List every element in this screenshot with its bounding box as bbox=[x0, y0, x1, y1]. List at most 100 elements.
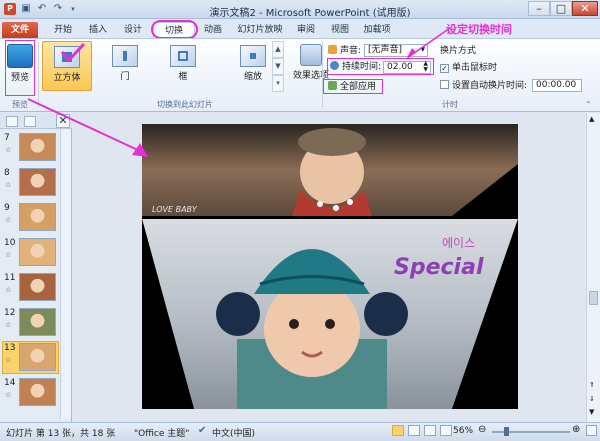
transition-star-icon: ☆ bbox=[5, 251, 12, 259]
undo-icon[interactable]: ↶ bbox=[36, 3, 48, 15]
prev-slide-icon[interactable]: ⇑ bbox=[589, 381, 595, 389]
tab-addins[interactable]: 加载项 bbox=[358, 22, 396, 38]
tab-home[interactable]: 开始 bbox=[46, 22, 80, 38]
reading-view-icon[interactable] bbox=[424, 425, 436, 436]
door-effect-icon bbox=[112, 45, 138, 67]
preview-highlight-box bbox=[5, 40, 35, 96]
next-slide-icon[interactable]: ⇓ bbox=[589, 395, 595, 403]
transition-star-icon: ☆ bbox=[5, 321, 12, 329]
thumbnail-scrollbar[interactable] bbox=[60, 129, 71, 419]
box-effect-icon bbox=[170, 45, 196, 67]
slide-thumbnail[interactable] bbox=[19, 238, 56, 266]
top-panel-caption: LOVE BABY bbox=[152, 205, 198, 214]
transition-star-icon: ☆ bbox=[5, 216, 12, 224]
tab-highlight-circle bbox=[151, 20, 198, 39]
slide-number: 9 bbox=[4, 203, 10, 213]
tab-animations[interactable]: 动画 bbox=[196, 22, 230, 38]
checkbox-icon bbox=[440, 80, 449, 89]
slides-tab[interactable] bbox=[6, 116, 18, 127]
zoom-level[interactable]: 56% bbox=[453, 426, 473, 436]
transition-star-icon: ☆ bbox=[5, 391, 12, 399]
check-arrow-annotation bbox=[60, 42, 86, 63]
slideshow-icon[interactable] bbox=[440, 425, 452, 436]
customize-icon[interactable]: ▾ bbox=[67, 3, 79, 15]
close-button[interactable]: ✕ bbox=[572, 1, 598, 16]
tab-review[interactable]: 审阅 bbox=[291, 22, 321, 38]
transition-star-icon: ☆ bbox=[5, 146, 12, 154]
tab-file[interactable]: 文件 bbox=[2, 22, 38, 38]
theme-name: "Office 主题" bbox=[134, 429, 190, 439]
slide-number: 7 bbox=[4, 133, 10, 143]
transition-star-icon: ☆ bbox=[5, 181, 12, 189]
slide-scrollbar[interactable]: ▲ ⇑ ⇓ ▼ bbox=[586, 113, 600, 422]
after-checkbox[interactable]: 设置自动换片时间: bbox=[440, 79, 527, 93]
collapse-ribbon-icon[interactable]: ⌃ bbox=[585, 100, 592, 109]
slide-canvas: LOVE BABY Special 에이스 bbox=[142, 124, 518, 409]
slide-thumbnail[interactable] bbox=[19, 203, 56, 231]
effect-box[interactable]: 框 bbox=[158, 41, 208, 91]
minimize-button[interactable]: – bbox=[528, 1, 550, 16]
zoom-slider-thumb[interactable] bbox=[504, 427, 509, 436]
tab-insert[interactable]: 插入 bbox=[82, 22, 114, 38]
gallery-scroll-up[interactable]: ▲ bbox=[272, 41, 284, 58]
effect-zoom[interactable]: 缩放 bbox=[228, 41, 278, 91]
hat-pompom-left bbox=[216, 292, 260, 336]
special-text: Special bbox=[394, 255, 484, 280]
slide-number: 11 bbox=[4, 273, 16, 283]
window-title: 演示文稿2 - Microsoft PowerPoint (试用版) bbox=[209, 8, 411, 19]
timing-group-label: 计时 bbox=[442, 100, 458, 109]
tab-slideshow[interactable]: 幻灯片放映 bbox=[230, 22, 290, 38]
normal-view-icon[interactable] bbox=[392, 425, 404, 436]
transition-star-icon: ☆ bbox=[5, 286, 12, 294]
effect-label: 缩放 bbox=[243, 72, 262, 82]
effect-label: 框 bbox=[178, 72, 188, 82]
sound-value: [无声音] bbox=[368, 45, 403, 55]
scroll-thumb[interactable] bbox=[589, 291, 598, 305]
effect-door[interactable]: 门 bbox=[100, 41, 150, 91]
callout-arrow bbox=[406, 27, 451, 60]
zoom-out-icon[interactable]: ⊖ bbox=[478, 424, 486, 435]
slide-thumbnail[interactable] bbox=[19, 273, 56, 301]
after-time-value: 00:00.00 bbox=[536, 80, 577, 90]
slide-number: 14 bbox=[4, 378, 16, 388]
effect-label: 立方体 bbox=[53, 73, 81, 83]
slide-sorter-icon[interactable] bbox=[408, 425, 420, 436]
hat-pompom-right bbox=[364, 292, 408, 336]
language[interactable]: 中文(中国) bbox=[212, 426, 255, 439]
preview-arrow bbox=[27, 98, 148, 157]
transition-star-icon: ☆ bbox=[5, 356, 12, 364]
zoom-effect-icon bbox=[240, 45, 266, 67]
proofing-icon[interactable]: ✔ bbox=[198, 425, 206, 436]
scroll-up-icon[interactable]: ▲ bbox=[589, 115, 594, 123]
slide-thumbnail[interactable] bbox=[19, 308, 56, 336]
gallery-more-button[interactable]: ▾ bbox=[272, 75, 284, 92]
slide-thumbnail[interactable] bbox=[19, 168, 56, 196]
tab-view[interactable]: 视图 bbox=[325, 22, 355, 38]
sound-icon bbox=[328, 45, 337, 54]
fit-to-window-icon[interactable] bbox=[586, 425, 597, 436]
save-icon[interactable]: ▣ bbox=[20, 3, 32, 15]
korean-text: 에이스 bbox=[442, 236, 475, 250]
slide-number: 10 bbox=[4, 238, 16, 248]
redo-icon[interactable]: ↷ bbox=[52, 3, 64, 15]
tab-design[interactable]: 设计 bbox=[116, 22, 150, 38]
effect-options-icon bbox=[300, 44, 322, 66]
gallery-scroll-down[interactable]: ▼ bbox=[272, 58, 284, 75]
zoom-in-icon[interactable]: ⊕ bbox=[572, 424, 580, 435]
powerpoint-logo-icon[interactable]: P bbox=[4, 3, 16, 15]
apply-all-highlight-box bbox=[323, 79, 383, 94]
slide-thumbnail[interactable] bbox=[19, 343, 56, 371]
sound-row: 声音: bbox=[328, 44, 361, 58]
slide-number: 13 bbox=[4, 343, 16, 353]
baby-face bbox=[264, 281, 360, 377]
scroll-down-icon[interactable]: ▼ bbox=[589, 408, 594, 416]
maximize-button[interactable]: □ bbox=[550, 1, 572, 16]
slide-number: 12 bbox=[4, 308, 16, 318]
group-divider bbox=[322, 42, 323, 108]
slide-number: 8 bbox=[4, 168, 10, 178]
slide-thumbnail[interactable] bbox=[19, 378, 56, 406]
sound-label: 声音: bbox=[340, 46, 362, 56]
after-label: 设置自动换片时间: bbox=[452, 81, 528, 91]
effect-label: 门 bbox=[120, 72, 130, 82]
after-time-input[interactable]: 00:00.00 bbox=[532, 79, 582, 92]
